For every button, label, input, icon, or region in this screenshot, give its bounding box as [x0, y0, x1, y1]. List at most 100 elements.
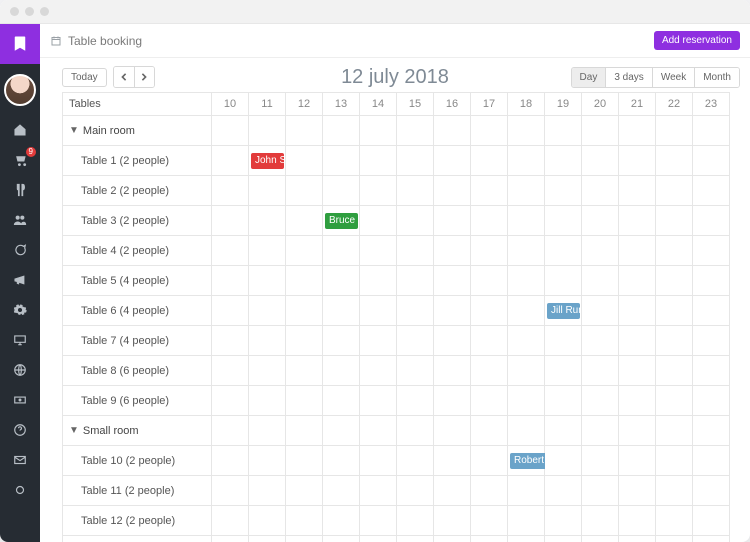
time-cell[interactable]	[212, 236, 249, 266]
time-cell[interactable]	[323, 506, 360, 536]
time-cell[interactable]	[471, 146, 508, 176]
time-cell[interactable]	[693, 416, 730, 446]
time-cell[interactable]	[656, 296, 693, 326]
time-cell[interactable]	[619, 326, 656, 356]
time-cell[interactable]	[434, 266, 471, 296]
time-cell[interactable]	[619, 236, 656, 266]
time-cell[interactable]	[397, 266, 434, 296]
time-cell[interactable]	[582, 506, 619, 536]
time-cell[interactable]	[249, 296, 286, 326]
time-cell[interactable]	[619, 206, 656, 236]
time-cell[interactable]	[434, 416, 471, 446]
time-cell[interactable]	[397, 506, 434, 536]
time-cell[interactable]	[508, 266, 545, 296]
time-cell[interactable]	[397, 206, 434, 236]
time-cell[interactable]	[212, 176, 249, 206]
time-cell[interactable]	[656, 266, 693, 296]
time-cell[interactable]	[434, 236, 471, 266]
nav-messages[interactable]	[10, 452, 30, 468]
time-cell[interactable]	[656, 206, 693, 236]
time-cell[interactable]	[360, 326, 397, 356]
time-cell[interactable]	[249, 506, 286, 536]
time-cell[interactable]	[693, 326, 730, 356]
time-cell[interactable]	[249, 176, 286, 206]
nav-globe[interactable]	[10, 362, 30, 378]
time-cell[interactable]	[360, 146, 397, 176]
time-cell[interactable]	[360, 356, 397, 386]
time-cell[interactable]	[249, 476, 286, 506]
time-cell[interactable]	[508, 506, 545, 536]
time-cell[interactable]	[286, 326, 323, 356]
time-cell[interactable]	[693, 446, 730, 476]
time-cell[interactable]	[397, 176, 434, 206]
time-cell[interactable]: Robert Bingham	[508, 446, 545, 476]
time-cell[interactable]	[323, 266, 360, 296]
time-cell[interactable]	[286, 296, 323, 326]
view-day[interactable]: Day	[572, 68, 606, 87]
time-cell[interactable]	[397, 116, 434, 146]
time-cell[interactable]	[582, 446, 619, 476]
time-cell[interactable]	[397, 386, 434, 416]
time-cell[interactable]	[249, 266, 286, 296]
traffic-light-zoom[interactable]	[40, 7, 49, 16]
time-cell[interactable]	[508, 536, 545, 542]
time-cell[interactable]	[471, 116, 508, 146]
time-cell[interactable]	[360, 266, 397, 296]
time-cell[interactable]	[582, 536, 619, 542]
app-logo[interactable]	[0, 24, 40, 64]
time-cell[interactable]	[286, 176, 323, 206]
time-cell[interactable]	[249, 446, 286, 476]
time-cell[interactable]: John Sm	[249, 146, 286, 176]
time-cell[interactable]	[360, 536, 397, 542]
time-cell[interactable]	[471, 326, 508, 356]
time-cell[interactable]	[619, 416, 656, 446]
collapse-icon[interactable]: ▼	[69, 425, 79, 436]
time-cell[interactable]	[656, 176, 693, 206]
time-cell[interactable]	[471, 236, 508, 266]
time-cell[interactable]	[508, 206, 545, 236]
time-cell[interactable]	[323, 356, 360, 386]
nav-more[interactable]	[10, 482, 30, 498]
time-cell[interactable]	[434, 116, 471, 146]
time-cell[interactable]	[323, 296, 360, 326]
time-cell[interactable]	[693, 386, 730, 416]
time-cell[interactable]	[508, 146, 545, 176]
time-cell[interactable]	[508, 116, 545, 146]
time-cell[interactable]	[619, 536, 656, 542]
time-cell[interactable]	[693, 236, 730, 266]
time-cell[interactable]	[286, 506, 323, 536]
group-row[interactable]: ▼Main room	[62, 116, 212, 146]
time-cell[interactable]	[323, 536, 360, 542]
time-cell[interactable]	[212, 146, 249, 176]
time-cell[interactable]	[397, 146, 434, 176]
time-cell[interactable]	[693, 476, 730, 506]
time-cell[interactable]	[545, 206, 582, 236]
time-cell[interactable]	[434, 536, 471, 542]
time-cell[interactable]	[360, 176, 397, 206]
today-button[interactable]: Today	[62, 68, 107, 87]
time-cell[interactable]	[323, 176, 360, 206]
nav-billing[interactable]	[10, 392, 30, 408]
time-cell[interactable]	[397, 476, 434, 506]
avatar[interactable]	[4, 74, 36, 106]
traffic-light-close[interactable]	[10, 7, 19, 16]
time-cell[interactable]	[619, 296, 656, 326]
time-cell[interactable]	[693, 176, 730, 206]
time-cell[interactable]	[471, 206, 508, 236]
time-cell[interactable]	[545, 536, 582, 542]
time-cell[interactable]	[249, 116, 286, 146]
time-cell[interactable]	[249, 356, 286, 386]
time-cell[interactable]	[656, 356, 693, 386]
time-cell[interactable]	[582, 416, 619, 446]
time-cell[interactable]	[249, 236, 286, 266]
reservation-block[interactable]: John Sm	[251, 153, 284, 169]
time-cell[interactable]	[582, 206, 619, 236]
time-cell[interactable]	[397, 446, 434, 476]
time-cell[interactable]	[360, 296, 397, 326]
time-cell[interactable]	[249, 536, 286, 542]
time-cell[interactable]	[434, 506, 471, 536]
time-cell[interactable]	[508, 326, 545, 356]
time-cell[interactable]	[619, 116, 656, 146]
time-cell[interactable]	[434, 356, 471, 386]
time-cell[interactable]	[656, 416, 693, 446]
